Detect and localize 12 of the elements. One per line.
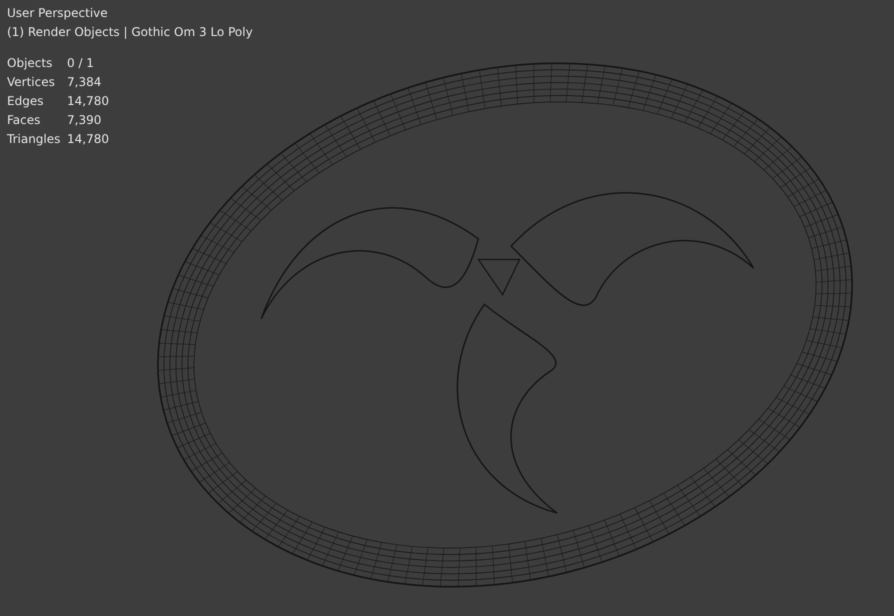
stat-label: Vertices <box>7 74 56 91</box>
stat-value: 7,384 <box>67 74 102 91</box>
stat-value: 0 / 1 <box>67 55 94 72</box>
stat-value: 14,780 <box>67 131 109 148</box>
stat-value: 14,780 <box>67 93 109 110</box>
stat-label: Faces <box>7 112 42 129</box>
collection-info: (1) Render Objects | Gothic Om 3 Lo Poly <box>7 24 253 41</box>
stat-label: Objects <box>7 55 54 72</box>
stat-value: 7,390 <box>67 112 102 129</box>
view-name: User Perspective <box>7 5 109 22</box>
stat-label: Triangles <box>7 131 62 148</box>
stat-label: Edges <box>7 93 44 110</box>
